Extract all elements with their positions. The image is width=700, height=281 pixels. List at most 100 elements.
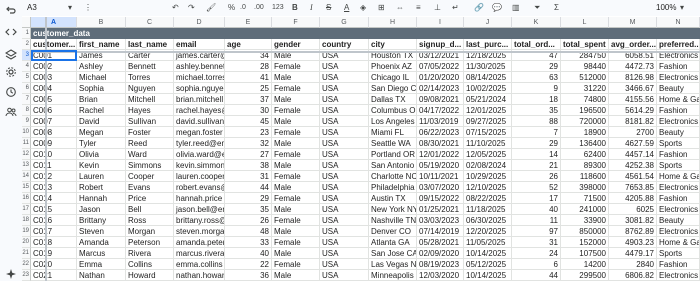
table-cell[interactable]: Marcus (77, 248, 126, 259)
table-cell[interactable]: Male (272, 204, 320, 215)
table-cell[interactable]: Hannah (77, 193, 126, 204)
table-cell[interactable]: 8126.98 (609, 72, 657, 83)
table-cell[interactable]: brian.mitchell (174, 94, 225, 105)
table-cell[interactable]: 09/27/2025 (464, 116, 512, 127)
table-cell[interactable]: 01/20/2020 (417, 72, 464, 83)
table-cell[interactable]: 10/11/2021 (417, 171, 464, 182)
table-cell[interactable]: 7 (512, 127, 561, 138)
table-cell[interactable]: 09/08/2021 (417, 94, 464, 105)
table-cell[interactable]: 24 (512, 248, 561, 259)
table-cell[interactable]: Home & Garden (657, 237, 700, 248)
table-cell[interactable]: Male (272, 138, 320, 149)
table-cell[interactable]: Nashville TN (369, 215, 417, 226)
insert-comment-icon[interactable]: 💬 (492, 2, 502, 14)
table-cell[interactable]: 01/25/2021 (417, 204, 464, 215)
settings-gear-icon[interactable] (5, 66, 17, 78)
decrease-decimal-button[interactable]: .0 (240, 2, 252, 14)
table-cell[interactable]: 512000 (561, 72, 609, 83)
column-header-d[interactable]: D (174, 17, 225, 28)
table-cell[interactable]: C013 (31, 182, 77, 193)
table-cell[interactable]: Female (272, 127, 320, 138)
sparkle-icon[interactable] (5, 268, 17, 280)
table-cell[interactable]: New York NY (369, 204, 417, 215)
table-cell[interactable]: Electronics (657, 226, 700, 237)
table-cell[interactable]: Olivia (77, 149, 126, 160)
table-cell[interactable]: ashley.bennett (174, 61, 225, 72)
table-cell[interactable]: Fashion (657, 259, 700, 270)
table-cell[interactable]: 28 (225, 61, 272, 72)
table-cell[interactable]: Chicago IL (369, 72, 417, 83)
table-cell[interactable]: Nguyen (126, 83, 174, 94)
table-cell[interactable]: 08/22/2025 (464, 193, 512, 204)
row-header-23[interactable]: 23 (22, 270, 31, 281)
column-header-i[interactable]: I (417, 17, 464, 28)
table-cell[interactable]: C010 (31, 149, 77, 160)
table-cell[interactable]: USA (320, 204, 369, 215)
table-cell[interactable]: 05/19/2020 (417, 160, 464, 171)
table-cell[interactable]: Electronics (657, 204, 700, 215)
table-cell[interactable]: Kevin (77, 160, 126, 171)
table-cell[interactable]: 22 (225, 259, 272, 270)
table-cell[interactable]: Peterson (126, 237, 174, 248)
table-cell[interactable]: olivia.ward@e (174, 149, 225, 160)
header-cell-avg-order-value[interactable]: avg_order... (609, 39, 657, 50)
table-cell[interactable]: USA (320, 105, 369, 116)
row-header-3[interactable]: 3 (22, 50, 31, 61)
table-cell[interactable]: emma.collins (174, 259, 225, 270)
table-cell[interactable]: 196500 (561, 105, 609, 116)
table-cell[interactable]: 6025 (609, 204, 657, 215)
table-cell[interactable]: Morgan (126, 226, 174, 237)
table-cell[interactable]: Male (272, 270, 320, 281)
table-cell[interactable]: Megan (77, 127, 126, 138)
table-cell[interactable]: 17 (512, 193, 561, 204)
header-cell-signup-date[interactable]: signup_d... (417, 39, 464, 50)
table-cell[interactable]: Cooper (126, 171, 174, 182)
table-cell[interactable]: Seattle WA (369, 138, 417, 149)
percent-format-button[interactable]: % (228, 2, 238, 14)
table-cell[interactable]: Robert (77, 182, 126, 193)
table-cell[interactable]: C015 (31, 204, 77, 215)
table-cell[interactable]: 05/28/2021 (417, 237, 464, 248)
table-cell[interactable]: Home & Garden (657, 171, 700, 182)
table-cell[interactable]: Torres (126, 72, 174, 83)
table-cell[interactable]: Home & Garden (657, 94, 700, 105)
table-cell[interactable]: 4457.14 (609, 149, 657, 160)
table-cell[interactable]: 5614.29 (609, 105, 657, 116)
table-cell[interactable]: 8181.82 (609, 116, 657, 127)
table-cell[interactable]: 12/01/2022 (417, 149, 464, 160)
row-header-10[interactable]: 10 (22, 127, 31, 138)
increase-decimal-button[interactable]: .00 (254, 2, 270, 14)
table-cell[interactable]: USA (320, 226, 369, 237)
column-header-k[interactable]: K (512, 17, 561, 28)
column-header-f[interactable]: F (272, 17, 320, 28)
column-header-c[interactable]: C (126, 17, 174, 28)
table-cell[interactable]: 7653.85 (609, 182, 657, 193)
table-cell[interactable]: Las Vegas NV (369, 259, 417, 270)
table-cell[interactable]: 45 (225, 116, 272, 127)
column-header-e[interactable]: E (225, 17, 272, 28)
table-cell[interactable]: Male (272, 182, 320, 193)
table-cell[interactable]: Columbus OH (369, 105, 417, 116)
table-cell[interactable]: 09/15/2022 (417, 193, 464, 204)
table-cell[interactable]: C006 (31, 105, 77, 116)
table-cell[interactable]: Beauty (657, 83, 700, 94)
table-cell[interactable]: 02/14/2023 (417, 83, 464, 94)
italic-button[interactable]: I (310, 2, 318, 14)
table-cell[interactable]: 11/18/2025 (464, 204, 512, 215)
table-cell[interactable]: Female (272, 215, 320, 226)
table-cell[interactable]: 31 (225, 171, 272, 182)
table-cell[interactable]: david.sullivan (174, 116, 225, 127)
row-header-20[interactable]: 20 (22, 237, 31, 248)
table-cell[interactable]: Simmons (126, 160, 174, 171)
table-cell[interactable]: USA (320, 215, 369, 226)
table-cell[interactable]: Female (272, 237, 320, 248)
table-cell[interactable]: Female (272, 83, 320, 94)
table-cell[interactable]: 29 (225, 193, 272, 204)
table-cell[interactable]: 04/17/2022 (417, 105, 464, 116)
table-cell[interactable]: 38 (225, 160, 272, 171)
table-cell[interactable]: C016 (31, 215, 77, 226)
table-cell[interactable]: 10/29/2025 (464, 171, 512, 182)
table-cell[interactable]: Phoenix AZ (369, 61, 417, 72)
table-cell[interactable]: 398000 (561, 182, 609, 193)
table-cell[interactable]: Atlanta GA (369, 237, 417, 248)
